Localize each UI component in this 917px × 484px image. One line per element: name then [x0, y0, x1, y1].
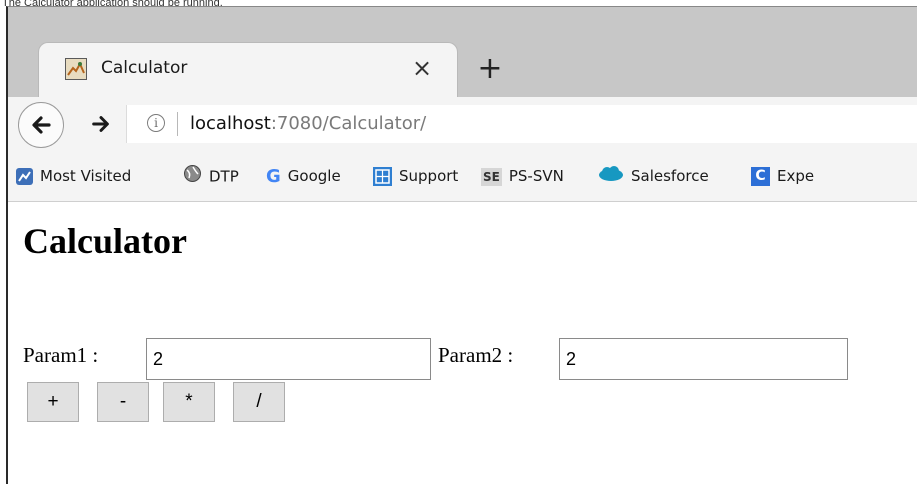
bookmark-label: Expe: [777, 167, 815, 185]
google-icon: G: [266, 165, 281, 187]
bookmark-label: Most Visited: [40, 167, 132, 185]
param1-input[interactable]: [146, 338, 431, 380]
globe-icon: [183, 164, 202, 190]
bookmark-dtp[interactable]: DTP: [183, 164, 239, 188]
new-tab-button[interactable]: +: [473, 52, 507, 86]
tab-strip: Calculator × +: [8, 7, 917, 97]
divide-button[interactable]: /: [233, 382, 285, 422]
url-separator: [177, 112, 178, 136]
url-host: localhost: [190, 113, 271, 134]
site-info-icon[interactable]: i: [147, 114, 165, 132]
calculator-favicon-icon: [65, 58, 87, 80]
url-path: :7080/Calculator/: [270, 113, 427, 134]
bookmarks-bar: Most Visited DTP G Google Support SE PS-SV…: [8, 152, 917, 202]
tab-calculator[interactable]: Calculator ×: [38, 42, 458, 97]
most-visited-icon: [16, 168, 33, 185]
forward-button[interactable]: [88, 109, 114, 139]
bookmark-label: PS-SVN: [508, 167, 564, 185]
back-arrow-icon: [32, 116, 51, 134]
bookmark-label: Support: [399, 167, 459, 185]
multiply-button[interactable]: *: [163, 382, 215, 422]
bookmark-google[interactable]: G Google: [266, 164, 341, 188]
bookmark-label: Salesforce: [631, 167, 709, 185]
bookmark-support[interactable]: Support: [373, 164, 458, 188]
bookmark-most-visited[interactable]: Most Visited: [16, 164, 131, 188]
page-content: Calculator Param1 : Param2 : + - * /: [8, 202, 917, 484]
salesforce-cloud-icon: [598, 165, 624, 189]
url-text[interactable]: localhost:7080/Calculator/: [190, 113, 426, 134]
param1-label: Param1 :: [23, 343, 99, 367]
confluence-icon: C: [751, 167, 770, 186]
bookmark-label: Google: [287, 167, 341, 185]
browser-window: Calculator × + i localhost:7080/Calculat…: [6, 6, 917, 484]
param2-label: Param2 :: [438, 343, 514, 367]
param2-input[interactable]: [559, 338, 848, 380]
address-bar[interactable]: i localhost:7080/Calculator/: [126, 105, 917, 143]
bookmark-salesforce[interactable]: Salesforce: [598, 164, 709, 188]
back-button[interactable]: [18, 102, 64, 148]
close-tab-icon[interactable]: ×: [407, 53, 437, 83]
support-icon: [373, 167, 392, 186]
navigation-bar: i localhost:7080/Calculator/: [8, 97, 917, 152]
subtract-button[interactable]: -: [97, 382, 149, 422]
forward-arrow-icon: [92, 116, 109, 132]
page-title: Calculator: [23, 221, 187, 261]
tab-title: Calculator: [101, 58, 188, 78]
bookmark-label: DTP: [209, 167, 239, 186]
se-icon: SE: [481, 167, 502, 186]
bookmark-ps-svn[interactable]: SE PS-SVN: [481, 164, 564, 188]
add-button[interactable]: +: [27, 382, 79, 422]
bookmark-expe[interactable]: C Expe: [751, 164, 814, 188]
